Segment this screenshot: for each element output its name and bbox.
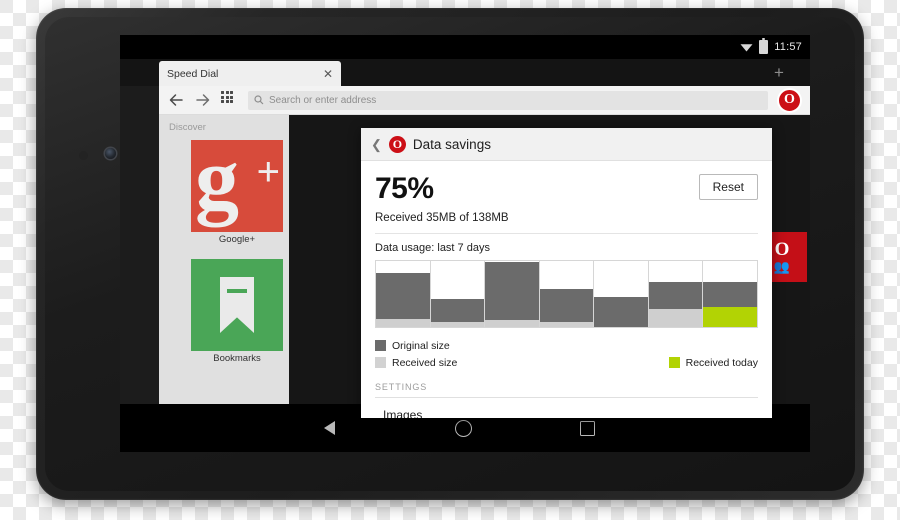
browser-tab-speed-dial[interactable]: Speed Dial ✕	[159, 61, 341, 86]
reset-button[interactable]: Reset	[698, 174, 758, 200]
google-plus-icon: g	[195, 140, 239, 228]
wifi-icon	[740, 42, 753, 52]
chart-bar	[539, 261, 595, 327]
chart-bar	[594, 261, 649, 327]
legend-swatch-received-size	[375, 357, 386, 368]
dialog-title: Data savings	[412, 136, 491, 152]
legend-label-received-size: Received size	[392, 356, 458, 369]
bar-segment-received-size	[430, 321, 485, 327]
legend-swatch-received-today	[668, 357, 680, 368]
tab-title: Speed Dial	[167, 67, 219, 80]
grid-icon[interactable]	[221, 91, 239, 109]
discover-label: Discover	[169, 122, 206, 133]
browser-toolbar: Search or enter address O	[159, 86, 810, 115]
legend-label-received-today: Received today	[685, 356, 758, 369]
chart-bar	[703, 261, 758, 327]
opera-letter-icon: O	[774, 239, 790, 260]
speed-dial-panel: Discover g + Google+ Bookmarks	[159, 115, 289, 404]
search-input[interactable]: Search or enter address	[248, 90, 768, 110]
android-status-bar: 11:57	[120, 35, 810, 59]
data-savings-dialog: ❮ O Data savings 75% Reset Received 35MB…	[361, 128, 772, 418]
legend-row-received: Received size Received today	[375, 354, 758, 371]
chevron-left-icon[interactable]: ❮	[371, 138, 382, 151]
chart-legend: Original size Received size Received tod…	[375, 337, 758, 371]
close-icon[interactable]: ✕	[323, 68, 333, 80]
bookmark-icon	[220, 277, 254, 333]
chart-bar	[485, 261, 540, 327]
tab-strip: Speed Dial ✕ +	[120, 59, 810, 86]
square-recents-icon[interactable]	[580, 420, 595, 436]
screenshot-stage: 11:57 Speed Dial ✕ + Search or enter add…	[0, 0, 900, 520]
chart-bar	[430, 261, 486, 327]
opera-logo-icon: O	[388, 135, 406, 153]
speed-dial-tile-google-plus[interactable]: g +	[191, 140, 283, 232]
status-bar-clock: 11:57	[774, 41, 802, 53]
chart-bar	[376, 261, 431, 327]
new-tab-button[interactable]: +	[768, 62, 790, 84]
received-amount-text: Received 35MB of 138MB	[375, 212, 509, 224]
bar-segment-received-size	[648, 308, 703, 327]
bar-segment-original-size	[594, 297, 648, 327]
battery-icon	[759, 38, 769, 54]
chart-bar	[648, 261, 704, 327]
bar-segment-original-size	[430, 298, 485, 322]
legend-row-original: Original size	[375, 337, 758, 354]
people-icon: 👥	[773, 259, 791, 274]
bar-segment-original-size	[703, 282, 758, 308]
bar-segment-received-size	[485, 320, 539, 327]
ambient-sensor-icon	[79, 151, 88, 160]
bar-segment-original-size	[648, 282, 703, 309]
arrow-left-icon[interactable]	[167, 91, 185, 109]
savings-summary-row: 75% Reset	[375, 174, 758, 204]
usage-chart-label: Data usage: last 7 days	[375, 242, 490, 254]
circle-home-icon[interactable]	[455, 419, 472, 437]
dialog-header: ❮ O Data savings	[361, 128, 772, 161]
legend-label-original-size: Original size	[392, 339, 450, 352]
plus-glyph-icon: +	[256, 150, 280, 194]
legend-group-received-today: Received today	[668, 356, 758, 369]
bar-segment-received-size	[539, 321, 594, 327]
dialog-body: 75% Reset Received 35MB of 138MB Data us…	[361, 161, 772, 418]
device-screen: 11:57 Speed Dial ✕ + Search or enter add…	[120, 35, 810, 452]
omnibox-placeholder: Search or enter address	[269, 94, 377, 106]
bar-segment-original-size	[376, 272, 430, 320]
arrow-right-icon[interactable]	[194, 91, 212, 109]
search-icon	[254, 95, 264, 105]
divider	[375, 233, 758, 234]
tile-caption-bookmarks: Bookmarks	[213, 353, 261, 364]
bar-segment-original-size	[485, 262, 539, 321]
legend-swatch-original-size	[375, 340, 386, 351]
settings-item-images[interactable]: Images	[375, 398, 758, 418]
data-usage-bar-chart	[375, 260, 758, 328]
settings-section-header: SETTINGS	[375, 382, 758, 398]
bar-segment-received-today	[703, 307, 758, 327]
tablet-device-frame: 11:57 Speed Dial ✕ + Search or enter add…	[36, 8, 864, 500]
front-camera-icon	[105, 148, 116, 159]
bar-segment-received-size	[376, 319, 430, 327]
tile-caption-google-plus: Google+	[218, 234, 256, 245]
speed-dial-tile-bookmarks[interactable]	[191, 259, 283, 351]
savings-percent: 75%	[375, 172, 434, 205]
opera-logo-icon[interactable]: O	[777, 87, 802, 113]
bar-segment-original-size	[539, 288, 594, 322]
triangle-back-icon[interactable]	[324, 420, 347, 436]
